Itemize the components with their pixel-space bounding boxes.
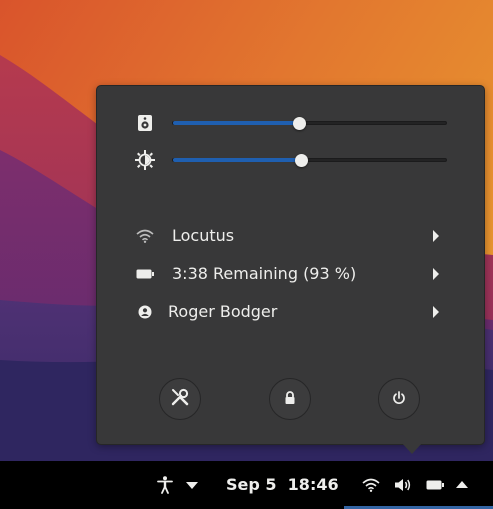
volume-icon[interactable] bbox=[393, 476, 413, 494]
clock[interactable]: Sep 5 18:46 bbox=[226, 475, 339, 494]
popover-pointer bbox=[401, 442, 423, 454]
clock-time: 18:46 bbox=[287, 475, 339, 494]
menu-item-user[interactable]: Roger Bodger bbox=[97, 295, 484, 329]
clock-date: Sep 5 bbox=[226, 475, 277, 494]
dropdown-arrow-icon[interactable] bbox=[184, 480, 200, 490]
battery-status-label: 3:38 Remaining (93 %) bbox=[172, 264, 357, 283]
system-menu-arrow-icon[interactable] bbox=[455, 479, 469, 489]
wifi-network-label: Locutus bbox=[172, 226, 235, 245]
settings-icon bbox=[171, 388, 189, 410]
user-icon bbox=[135, 303, 155, 321]
volume-slider[interactable] bbox=[172, 117, 447, 130]
chevron-right-icon bbox=[433, 268, 439, 280]
chevron-right-icon bbox=[433, 306, 439, 318]
battery-icon bbox=[135, 265, 155, 283]
power-button[interactable] bbox=[378, 378, 420, 420]
volume-slider-row bbox=[97, 111, 484, 135]
user-name-label: Roger Bodger bbox=[168, 302, 278, 321]
lock-button[interactable] bbox=[269, 378, 311, 420]
speaker-icon bbox=[135, 114, 155, 132]
brightness-icon bbox=[135, 150, 155, 170]
volume-slider-fill bbox=[173, 121, 299, 125]
brightness-slider-knob[interactable] bbox=[295, 154, 309, 167]
volume-slider-knob[interactable] bbox=[292, 117, 306, 130]
top-bar: Sep 5 18:46 bbox=[0, 461, 493, 509]
menu-item-wifi[interactable]: Locutus bbox=[97, 219, 484, 253]
battery-icon[interactable] bbox=[425, 479, 445, 491]
wifi-icon bbox=[135, 227, 155, 245]
power-icon bbox=[392, 390, 406, 409]
accessibility-icon[interactable] bbox=[155, 475, 175, 495]
brightness-slider-fill bbox=[173, 158, 302, 162]
wifi-icon[interactable] bbox=[361, 476, 381, 494]
lock-icon bbox=[284, 390, 296, 409]
settings-button[interactable] bbox=[159, 378, 201, 420]
brightness-slider[interactable] bbox=[172, 154, 447, 167]
menu-item-battery[interactable]: 3:38 Remaining (93 %) bbox=[97, 257, 484, 291]
chevron-right-icon bbox=[433, 230, 439, 242]
brightness-slider-row bbox=[97, 148, 484, 172]
system-menu-popover: Locutus 3:38 Remaining (93 %) Roger Bodg… bbox=[96, 85, 485, 445]
